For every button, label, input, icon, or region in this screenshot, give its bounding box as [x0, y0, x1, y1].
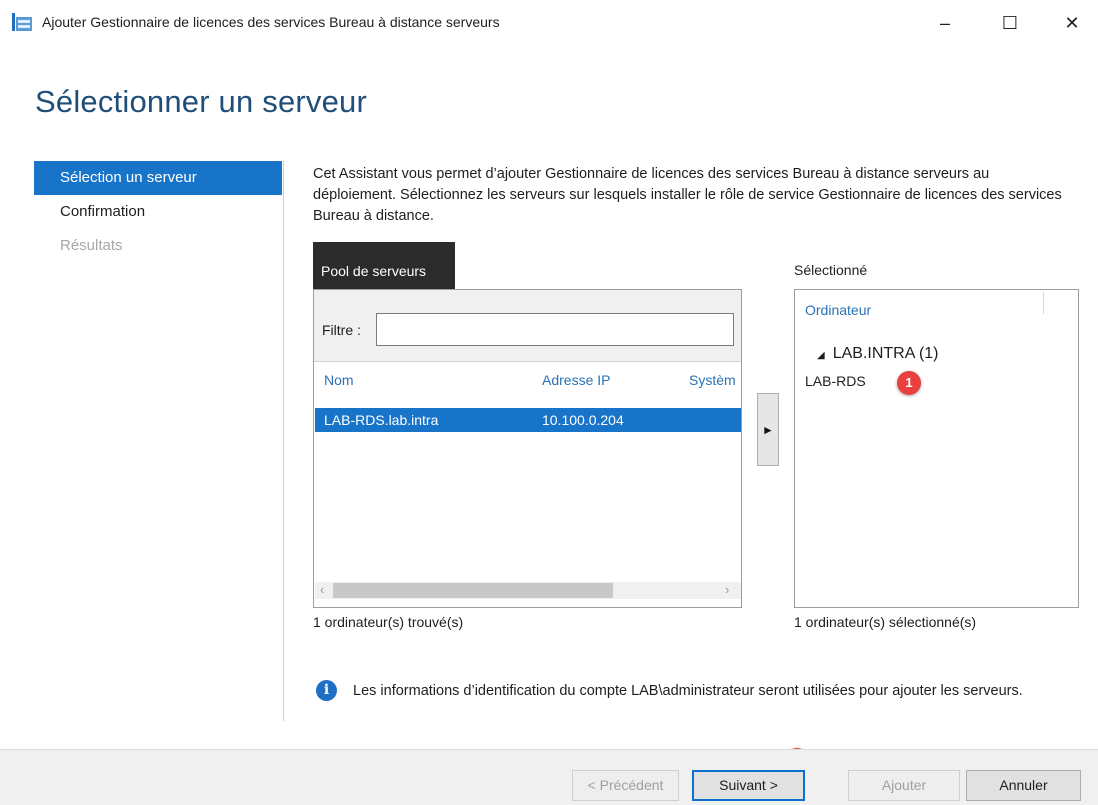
server-manager-app-icon [12, 13, 32, 31]
window-title: Ajouter Gestionnaire de licences des ser… [42, 14, 500, 30]
selected-panel: Ordinateur ◢ LAB.INTRA (1) LAB-RDS [794, 289, 1079, 608]
scrollbar-thumb[interactable] [333, 583, 613, 598]
wizard-footer: < Précédent Suivant > Ajouter Annuler [0, 749, 1098, 805]
column-header-system[interactable]: Systèm [689, 372, 736, 388]
table-row[interactable]: LAB-RDS.lab.intra 10.100.0.204 [315, 408, 741, 432]
list-item[interactable]: LAB-RDS [805, 373, 866, 389]
nav-step-results: Résultats [60, 237, 123, 254]
title-bar: Ajouter Gestionnaire de licences des ser… [0, 0, 1098, 46]
nav-step-select-server[interactable]: Sélection un serveur [34, 161, 282, 195]
credentials-info-text: Les informations d’identification du com… [353, 683, 1023, 699]
column-divider [1043, 292, 1044, 314]
annotation-badge-1: 1 [897, 371, 921, 395]
filter-bar: Filtre : [314, 290, 741, 362]
tab-server-pool[interactable]: Pool de serveurs [313, 242, 455, 290]
row-server-ip: 10.100.0.204 [542, 412, 624, 428]
minimize-button[interactable]: – [925, 8, 965, 38]
intro-text: Cet Assistant vous permet d’ajouter Gest… [313, 166, 1062, 224]
group-lab-intra[interactable]: ◢ LAB.INTRA (1) [817, 345, 939, 363]
filter-label: Filtre : [322, 322, 361, 338]
add-button[interactable]: Ajouter [848, 770, 960, 801]
collapse-arrow-icon[interactable]: ◢ [817, 350, 825, 361]
close-button[interactable]: ✕ [1052, 8, 1092, 38]
selected-count: 1 ordinateur(s) sélectionné(s) [794, 614, 977, 630]
scroll-right-icon[interactable]: › [725, 582, 729, 597]
wizard-step-nav: Sélection un serveur Confirmation Résult… [34, 161, 284, 263]
row-server-name: LAB-RDS.lab.intra [324, 412, 439, 428]
cancel-button[interactable]: Annuler [966, 770, 1081, 801]
scroll-left-icon[interactable]: ‹ [320, 582, 324, 597]
filter-input[interactable] [376, 313, 734, 346]
selected-label: Sélectionné [794, 262, 868, 278]
info-icon: i [316, 680, 337, 701]
horizontal-scrollbar[interactable]: ‹ › [315, 582, 741, 599]
found-count: 1 ordinateur(s) trouvé(s) [313, 614, 464, 630]
nav-divider [283, 161, 284, 721]
column-header-name[interactable]: Nom [324, 372, 354, 388]
next-button[interactable]: Suivant > [692, 770, 805, 801]
add-to-selection-button[interactable]: ► [757, 393, 779, 466]
column-header-computer[interactable]: Ordinateur [805, 302, 871, 318]
group-label: LAB.INTRA (1) [832, 345, 939, 362]
maximize-button[interactable]: ☐ [990, 8, 1030, 38]
column-header-ip[interactable]: Adresse IP [542, 372, 610, 388]
page-title: Sélectionner un serveur [35, 84, 368, 119]
server-pool-panel: Filtre : Nom Adresse IP Systèm LAB-RDS.l… [313, 289, 742, 608]
nav-step-confirmation[interactable]: Confirmation [34, 195, 284, 229]
previous-button[interactable]: < Précédent [572, 770, 679, 801]
